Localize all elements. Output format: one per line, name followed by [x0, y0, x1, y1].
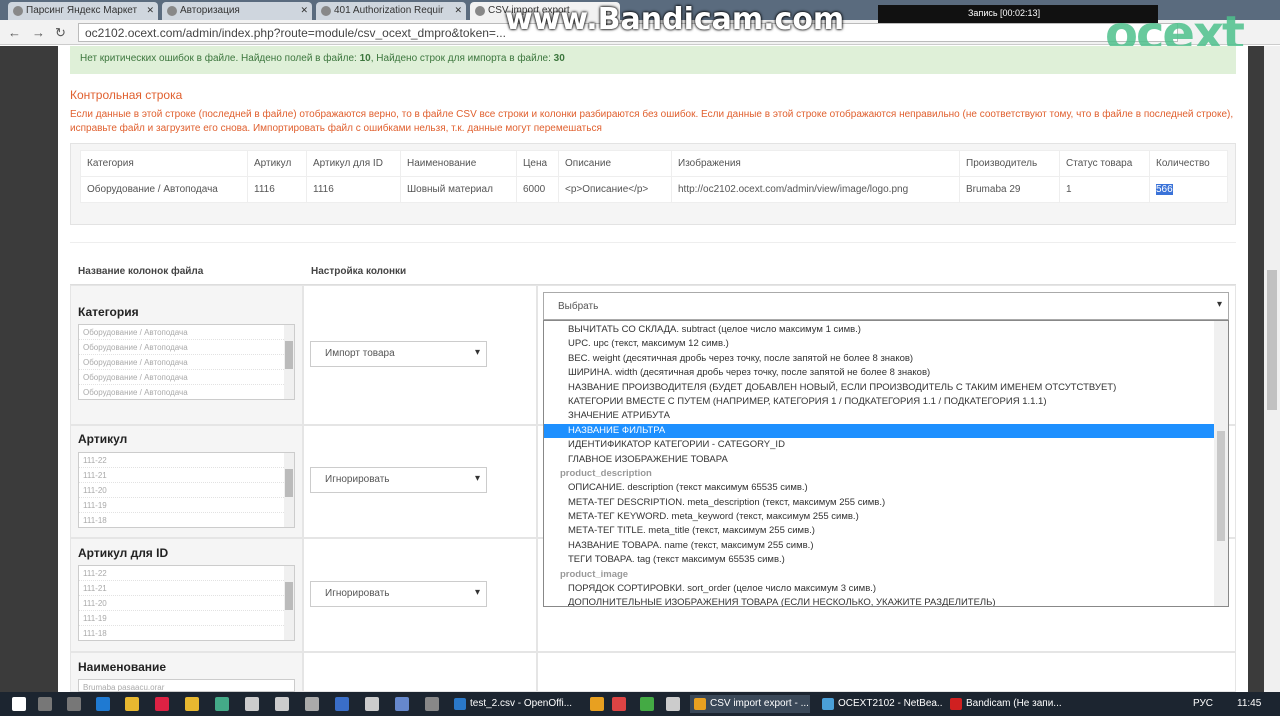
taskbar-app[interactable]: Bandicam (Не запи...	[946, 695, 1066, 713]
dropdown-option[interactable]: ОПИСАНИЕ. description (текст максимум 65…	[544, 481, 1228, 495]
column-mode-select[interactable]: Игнорировать	[310, 581, 487, 607]
table-row: Оборудование / Автоподача 1116 1116 Шовн…	[80, 176, 1228, 203]
browser-tab[interactable]: Парсинг Яндекс Маркет ✕	[8, 2, 158, 20]
table-header-row: Категория Артикул Артикул для ID Наимено…	[80, 150, 1228, 177]
app-icon[interactable]	[155, 697, 169, 711]
dropdown-option[interactable]: ТЕГИ ТОВАРА. tag (текст максимум 65535 с…	[544, 553, 1228, 567]
dropdown-option-highlighted[interactable]: НАЗВАНИЕ ФИЛЬТРА	[544, 423, 1215, 439]
dropdown-option[interactable]: НАЗВАНИЕ ТОВАРА. name (текст, максимум 2…	[544, 539, 1228, 553]
dropdown-option[interactable]: ВЕС. weight (десятичная дробь через точк…	[544, 352, 1228, 366]
list-scrollbar[interactable]	[284, 325, 294, 399]
app-icon[interactable]	[185, 697, 199, 711]
start-icon[interactable]	[12, 697, 26, 711]
dropdown-option[interactable]: ДОПОЛНИТЕЛЬНЫЕ ИЗОБРАЖЕНИЯ ТОВАРА (ЕСЛИ …	[544, 596, 1228, 606]
chrome-icon[interactable]	[640, 697, 654, 711]
field-type-select[interactable]: Выбрать	[543, 292, 1229, 320]
dropdown-option[interactable]: ВЫЧИТАТЬ СО СКЛАДА. subtract (целое числ…	[544, 323, 1228, 337]
app-icon[interactable]	[305, 697, 319, 711]
task-view-icon[interactable]	[67, 697, 81, 711]
control-row-table: Категория Артикул Артикул для ID Наимено…	[80, 150, 1228, 203]
app-icon[interactable]	[275, 697, 289, 711]
back-icon[interactable]: ←	[8, 25, 21, 40]
dropdown-option[interactable]: UPC. upc (текст, максимум 12 симв.)	[544, 337, 1228, 351]
tab-favicon-icon	[13, 6, 23, 16]
taskbar-app[interactable]: OCEXT2102 - NetBea...	[818, 695, 943, 713]
close-icon[interactable]: ✕	[146, 5, 154, 16]
sample-values-list[interactable]: Оборудование / Автоподача Оборудование / …	[78, 324, 295, 400]
dropdown-option[interactable]: ПОРЯДОК СОРТИРОВКИ. sort_order (целое чи…	[544, 582, 1228, 596]
windows-taskbar: test_2.csv - OpenOffi... CSV import expo…	[0, 692, 1280, 716]
app-icon[interactable]	[590, 697, 604, 711]
list-scrollbar[interactable]	[284, 566, 294, 640]
field-title: Артикул для ID	[78, 546, 169, 560]
column-mode-select[interactable]: Импорт товара	[310, 341, 487, 367]
dropdown-option[interactable]: ИДЕНТИФИКАТОР КАТЕГОРИИ - CATEGORY_ID	[544, 438, 1228, 452]
mapping-header: Название колонок файла Настройка колонки	[78, 266, 407, 277]
sample-values-list[interactable]: Brumaba pasaacu.orar	[78, 679, 295, 692]
right-gutter	[1248, 46, 1264, 692]
tab-favicon-icon	[167, 6, 177, 16]
sample-values-list[interactable]: 111-22 111-21 111-20 111-19 111-18	[78, 452, 295, 528]
search-icon[interactable]	[38, 697, 52, 711]
control-row-note: Если данные в этой строке (последней в ф…	[70, 109, 1234, 134]
field-type-dropdown[interactable]: ВЫЧИТАТЬ СО СКЛАДА. subtract (целое числ…	[543, 320, 1229, 607]
dropdown-option[interactable]: НАЗВАНИЕ ПРОИЗВОДИТЕЛЯ (БУДЕТ ДОБАВЛЕН Н…	[544, 381, 1228, 395]
sample-values-list[interactable]: 111-22 111-21 111-20 111-19 111-18	[78, 565, 295, 641]
dropdown-option[interactable]: МЕТА-ТЕГ KEYWORD. meta_keyword (текст, м…	[544, 510, 1228, 524]
reload-icon[interactable]: ↻	[55, 25, 66, 41]
clock[interactable]: 11:45	[1237, 698, 1261, 709]
dropdown-group-label: product_description	[560, 467, 652, 479]
field-title: Наименование	[78, 660, 167, 674]
divider	[70, 242, 1236, 243]
language-indicator[interactable]: РУС	[1193, 698, 1213, 709]
field-title: Категория	[78, 305, 139, 319]
app-icon[interactable]	[425, 697, 439, 711]
dropdown-option[interactable]: ГЛАВНОЕ ИЗОБРАЖЕНИЕ ТОВАРА	[544, 453, 1228, 467]
list-scrollbar[interactable]	[284, 453, 294, 527]
forward-icon[interactable]: →	[32, 25, 45, 40]
dropdown-option[interactable]: МЕТА-ТЕГ DESCRIPTION. meta_description (…	[544, 496, 1228, 510]
taskbar-app[interactable]: test_2.csv - OpenOffi...	[450, 695, 585, 713]
control-row-title: Контрольная строка	[70, 88, 183, 102]
app-icon[interactable]	[335, 697, 349, 711]
tab-favicon-icon	[321, 6, 331, 16]
page-scroll-thumb[interactable]	[1267, 270, 1277, 410]
dropdown-group-label: product_image	[560, 568, 629, 580]
selected-text: 566	[1156, 184, 1173, 195]
success-alert: Нет критических ошибок в файле. Найдено …	[70, 46, 1236, 74]
column-mode-select[interactable]: Игнорировать	[310, 467, 487, 493]
left-gutter	[0, 46, 58, 692]
app-icon[interactable]	[395, 697, 409, 711]
dropdown-option[interactable]: ЗНАЧЕНИЕ АТРИБУТА	[544, 409, 1228, 423]
dropdown-option[interactable]: МЕТА-ТЕГ TITLE. meta_title (текст, макси…	[544, 524, 1228, 538]
app-icon[interactable]	[365, 697, 379, 711]
browser-tab[interactable]: 401 Authorization Requir ✕	[316, 2, 466, 20]
tab-favicon-icon	[475, 6, 485, 16]
field-setting-cell	[303, 652, 537, 692]
browser-tab[interactable]: Авторизация ✕	[162, 2, 312, 20]
app-icon[interactable]	[666, 697, 680, 711]
dropdown-scrollbar[interactable]	[1214, 321, 1228, 606]
app-icon[interactable]	[215, 697, 229, 711]
edge-icon[interactable]	[96, 697, 110, 711]
bandicam-watermark: www.Bandicam.com	[505, 2, 845, 37]
close-icon[interactable]: ✕	[454, 5, 462, 16]
explorer-icon[interactable]	[125, 697, 139, 711]
dropdown-option[interactable]: ШИРИНА. width (десятичная дробь через то…	[544, 366, 1228, 380]
dropdown-option[interactable]: КАТЕГОРИИ ВМЕСТЕ С ПУТЕМ (НАПРИМЕР, КАТЕ…	[544, 395, 1228, 409]
app-icon[interactable]	[245, 697, 259, 711]
close-icon[interactable]: ✕	[300, 5, 308, 16]
field-title: Артикул	[78, 432, 128, 446]
app-icon[interactable]	[612, 697, 626, 711]
field-select-cell	[537, 652, 1236, 692]
taskbar-app-active[interactable]: CSV import export - ...	[690, 695, 810, 713]
